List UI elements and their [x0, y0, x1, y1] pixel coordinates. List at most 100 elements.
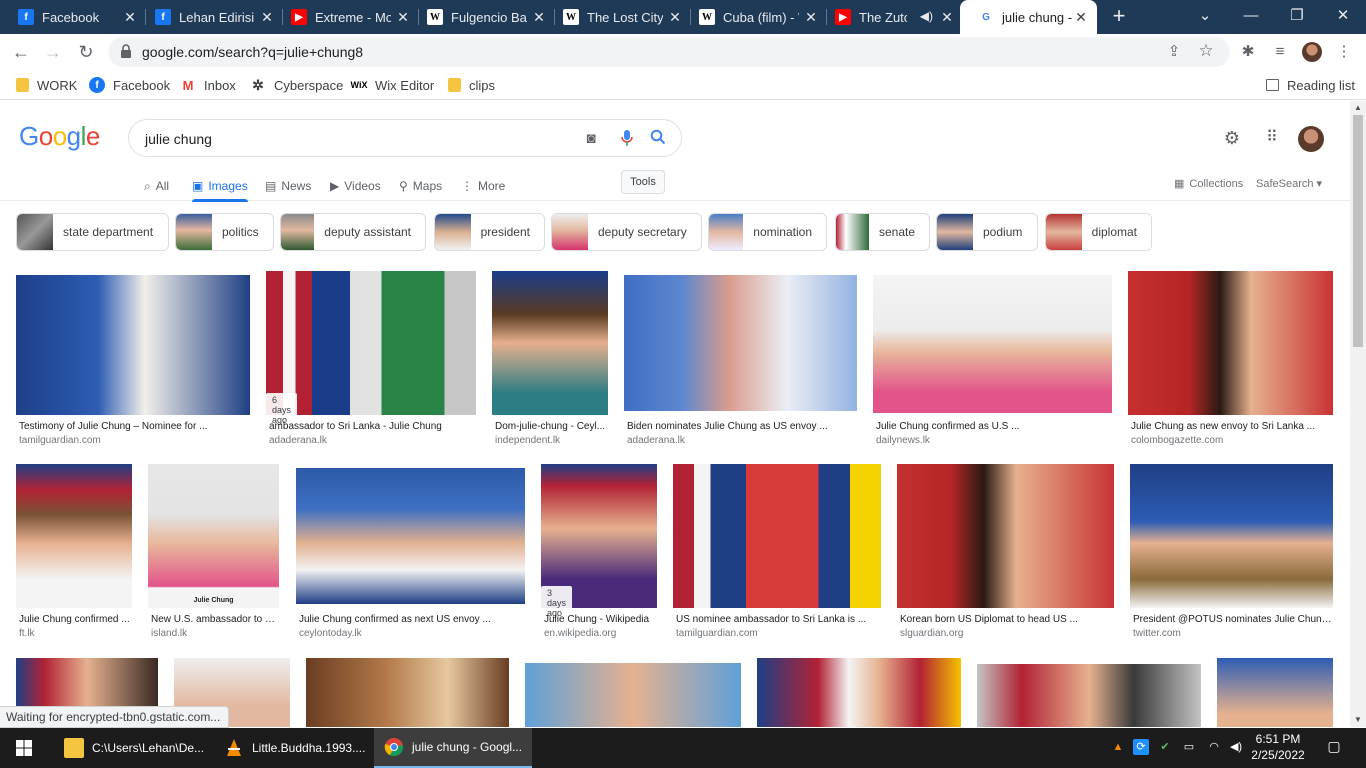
app-tray-icon[interactable]: ⟳ [1133, 739, 1149, 755]
battery-icon[interactable]: ▭ [1181, 739, 1197, 755]
share-icon[interactable]: ⇪ [1164, 42, 1184, 62]
result-source[interactable]: tamilguardian.com [676, 628, 758, 639]
chip-diplomat[interactable]: diplomat [1045, 213, 1152, 251]
result-title[interactable]: Dom-julie-chung - Ceyl... [495, 421, 607, 432]
result-image[interactable] [296, 468, 525, 604]
notification-center-icon[interactable]: ▢ [1324, 738, 1344, 758]
search-input[interactable]: julie chung [145, 131, 212, 147]
result-image[interactable] [306, 658, 509, 727]
bookmark-clips[interactable]: clips [448, 76, 495, 94]
microphone-icon[interactable] [617, 129, 637, 149]
result-title[interactable]: ambassador to Sri Lanka - Julie Chung [269, 421, 475, 432]
bookmark-cyberspace[interactable]: ✲ Cyberspace [250, 76, 343, 94]
new-tab-button[interactable]: + [1108, 5, 1130, 28]
result-title[interactable]: Julie Chung confirmed as U.S ... [876, 421, 1111, 432]
reload-button[interactable]: ↻ [73, 39, 99, 65]
bookmark-wix-editor[interactable]: WiX Wix Editor [351, 76, 435, 94]
tab-news[interactable]: ▤ News [265, 175, 311, 197]
result-image[interactable] [757, 658, 961, 727]
tab-images[interactable]: ▣ Images [192, 175, 248, 202]
result-image[interactable] [492, 271, 608, 415]
tab-cuba-film[interactable]: W Cuba (film) - W ✕ [681, 0, 827, 34]
result-image[interactable]: Julie Chung [148, 464, 279, 608]
page-scrollbar[interactable]: ▲ ▼ [1350, 101, 1366, 727]
result-title[interactable]: US nominee ambassador to Sri Lanka is ..… [676, 614, 880, 625]
scroll-down-icon[interactable]: ▼ [1350, 713, 1366, 727]
result-image[interactable] [266, 271, 476, 415]
result-source[interactable]: independent.lk [495, 435, 560, 446]
tab-all[interactable]: ⌕ All [144, 175, 169, 197]
vlc-tray-icon[interactable]: ▲ [1110, 739, 1126, 755]
result-image[interactable] [1130, 464, 1333, 608]
result-source[interactable]: tamilguardian.com [19, 435, 101, 446]
close-icon[interactable]: ✕ [1073, 9, 1089, 25]
result-source[interactable]: colombogazette.com [1131, 435, 1223, 446]
menu-icon[interactable]: ⋮ [1334, 42, 1354, 62]
close-window-button[interactable]: ✕ [1320, 0, 1366, 34]
result-source[interactable]: ceylontoday.lk [299, 628, 362, 639]
tab-videos[interactable]: ▶ Videos [330, 175, 381, 197]
reading-list-button[interactable]: Reading list [1266, 76, 1355, 94]
result-title[interactable]: Korean born US Diplomat to head US ... [900, 614, 1113, 625]
result-image[interactable] [525, 663, 741, 727]
bookmark-inbox[interactable]: M Inbox [180, 76, 236, 94]
result-title[interactable]: President @POTUS nominates Julie Chung..… [1133, 614, 1332, 625]
result-image[interactable] [673, 464, 881, 608]
taskbar-vlc[interactable]: Little.Buddha.1993.... [214, 728, 372, 768]
bookmark-work[interactable]: WORK [16, 76, 77, 94]
address-bar[interactable]: google.com/search?q=julie+chung8 ⇪ ☆ [108, 37, 1230, 67]
result-source[interactable]: twitter.com [1133, 628, 1181, 639]
result-title[interactable]: New U.S. ambassador to S... [151, 614, 278, 625]
close-icon[interactable]: ✕ [122, 9, 138, 25]
audio-playing-icon[interactable]: ◀) [920, 9, 933, 23]
tab-fulgencio[interactable]: W Fulgencio Bat ✕ [409, 0, 555, 34]
scroll-up-icon[interactable]: ▲ [1350, 101, 1366, 115]
scrollbar-thumb[interactable] [1353, 115, 1363, 347]
forward-button[interactable]: → [40, 39, 66, 65]
system-clock[interactable]: 6:51 PM 2/25/2022 [1250, 731, 1306, 763]
chip-deputy-secretary[interactable]: deputy secretary [551, 213, 702, 251]
tab-lehan[interactable]: f Lehan Edirisin ✕ [137, 0, 283, 34]
tab-extreme[interactable]: ▶ Extreme - Mo ✕ [273, 0, 419, 34]
tab-more[interactable]: ⋮ More [461, 175, 505, 197]
wifi-icon[interactable]: ◠ [1206, 739, 1222, 755]
result-image[interactable] [16, 275, 250, 415]
tools-button[interactable]: Tools [621, 170, 665, 194]
chip-nomination[interactable]: nomination [708, 213, 827, 251]
chip-deputy-assistant[interactable]: deputy assistant [280, 213, 426, 251]
settings-gear-icon[interactable]: ⚙ [1220, 126, 1244, 150]
media-control-icon[interactable]: ≡ [1270, 42, 1290, 62]
search-box[interactable]: julie chung ◙ [128, 119, 682, 157]
apps-grid-icon[interactable]: ⠿ [1260, 126, 1284, 150]
tab-facebook[interactable]: f Facebook ✕ [0, 0, 146, 34]
result-title[interactable]: Julie Chung as new envoy to Sri Lanka ..… [1131, 421, 1332, 432]
tab-lost-city[interactable]: W The Lost City ✕ [545, 0, 691, 34]
taskbar-file-explorer[interactable]: C:\Users\Lehan\De... [54, 728, 212, 768]
chip-state-department[interactable]: state department [16, 213, 169, 251]
maximize-button[interactable]: ❐ [1274, 0, 1320, 34]
collections-button[interactable]: ▦ Collections [1174, 177, 1243, 191]
taskbar-chrome[interactable]: julie chung - Googl... [374, 728, 532, 768]
bookmark-facebook[interactable]: f Facebook [89, 76, 170, 94]
chip-senate[interactable]: senate [835, 213, 930, 251]
result-source[interactable]: island.lk [151, 628, 187, 639]
result-source[interactable]: dailynews.lk [876, 435, 930, 446]
result-title[interactable]: Testimony of Julie Chung – Nominee for .… [19, 421, 249, 432]
minimize-button[interactable]: — [1228, 0, 1274, 34]
result-source[interactable]: slguardian.org [900, 628, 963, 639]
url-text[interactable]: google.com/search?q=julie+chung8 [142, 44, 363, 60]
result-source[interactable]: adaderana.lk [269, 435, 327, 446]
office-tray-icon[interactable]: ✔ [1157, 739, 1173, 755]
search-icon[interactable] [648, 129, 668, 149]
result-image[interactable] [624, 275, 857, 411]
result-image[interactable] [897, 464, 1114, 608]
result-image[interactable] [873, 275, 1112, 413]
result-title[interactable]: Julie Chung confirmed ... [19, 614, 131, 625]
tab-search-icon[interactable]: ⌄ [1182, 0, 1228, 34]
chip-politics[interactable]: politics [175, 213, 274, 251]
volume-icon[interactable]: ◀) [1228, 739, 1244, 755]
profile-avatar[interactable] [1302, 42, 1322, 62]
back-button[interactable]: ← [8, 39, 34, 65]
extensions-icon[interactable]: ✱ [1238, 42, 1258, 62]
result-source[interactable]: ft.lk [19, 628, 35, 639]
